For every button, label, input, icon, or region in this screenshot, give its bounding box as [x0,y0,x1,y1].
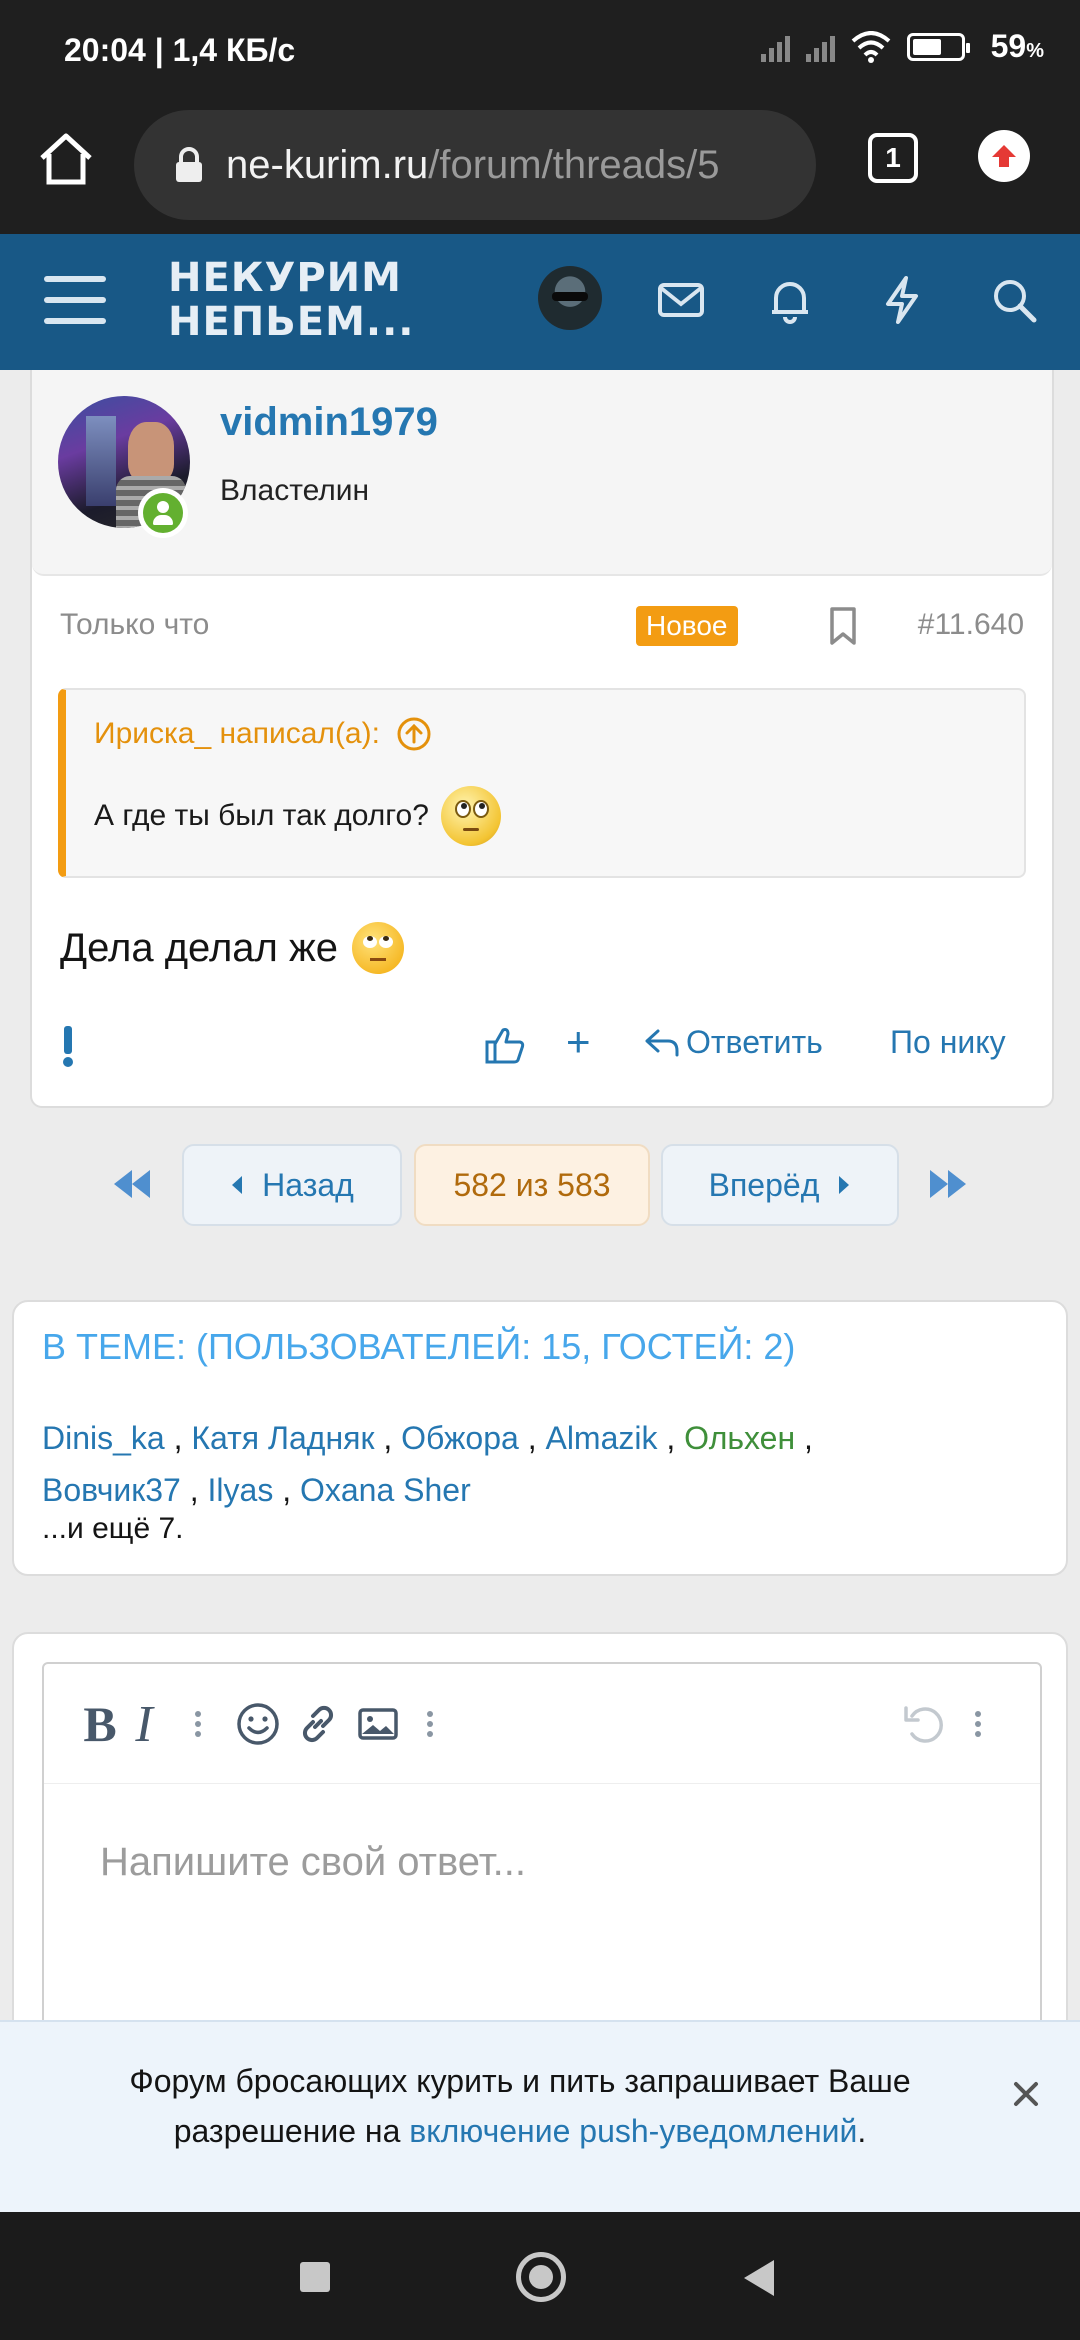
viewers-more: ...и ещё 7. [42,1512,184,1545]
back-icon[interactable] [744,2260,774,2296]
reply-form: B I Напишите свой ответ... [12,1632,1068,2062]
undo-icon[interactable] [894,1694,954,1754]
quote-text: А где ты был так долго? [94,786,501,846]
emoji-icon[interactable] [228,1694,288,1754]
editor-toolbar: B I [44,1664,1040,1784]
last-page-icon[interactable] [926,1166,970,1202]
lightning-icon[interactable] [876,274,928,326]
post-number[interactable]: #11.640 [918,608,1024,642]
upload-extension-icon[interactable] [978,130,1030,182]
url-text: ne-kurim.ru/forum/threads/5 [226,142,720,187]
viewer-link[interactable]: Almazik [545,1420,657,1456]
face-rolling-eyes-icon [352,922,405,974]
viewer-link[interactable]: Dinis_ka [42,1420,165,1456]
quote-author: Ириска_ написал(а): [94,717,380,750]
post-card: vidmin1979 Властелин Только что Новое #1… [30,370,1054,1108]
system-navigation-bar [0,2212,1080,2340]
online-status-icon [138,488,188,538]
signal-icon [760,32,790,62]
post-username[interactable]: vidmin1979 [220,400,438,445]
push-banner-text: Форум бросающих курить и пить запрашивае… [129,2063,911,2149]
page-indicator[interactable]: 582 из 583 [414,1144,650,1226]
post-message: Дела делал же [60,922,405,974]
eyes-rolling-smiley-icon [440,786,501,846]
reply-icon [645,1029,679,1056]
new-badge: Новое [636,606,738,646]
image-icon[interactable] [348,1694,408,1754]
italic-button[interactable]: I [114,1694,174,1754]
post-actions: + Ответить По нику [32,1010,1052,1090]
menu-icon[interactable] [44,276,106,328]
site-logo[interactable]: НЕКУРИМ НЕПЬЕМ... [168,256,414,344]
report-icon[interactable] [56,1022,80,1070]
thread-viewers-list: Dinis_ka , Катя Ладняк , Обжора , Almazi… [42,1420,813,1508]
signal-icon [805,32,835,62]
status-icons: 59% [760,28,1044,65]
push-permission-banner: Форум бросающих курить и пить запрашивае… [0,2020,1080,2212]
add-reaction-button[interactable]: + [566,1018,591,1066]
bookmark-icon[interactable] [828,606,858,646]
viewer-link[interactable]: Вовчик37 [42,1472,181,1508]
home-icon[interactable] [36,130,96,190]
avatar[interactable] [538,266,602,330]
by-nick-button[interactable]: По нику [890,1024,1006,1061]
url-bar[interactable]: ne-kurim.ru/forum/threads/5 [134,110,816,220]
quote-header[interactable]: Ириска_ написал(а): [94,716,432,752]
user-title: Властелин [220,474,370,507]
viewer-link[interactable]: Обжора [401,1420,519,1456]
arrow-up-circle-icon[interactable] [396,716,432,752]
battery-level: 59% [990,28,1044,64]
status-time: 20:04 | 1,4 КБ/с [64,32,296,68]
caret-right-icon [839,1176,850,1194]
viewer-link[interactable]: Oxana Sher [300,1472,471,1508]
status-bar: 20:04 | 1,4 КБ/с 59% [0,0,1080,100]
enable-push-link[interactable]: включение push-уведомлений [409,2113,857,2149]
reply-placeholder: Напишите свой ответ... [100,1840,526,1884]
link-icon[interactable] [288,1694,348,1754]
viewer-link[interactable]: Ольхен [684,1420,795,1456]
more-text-options-icon[interactable] [188,1694,208,1754]
more-insert-options-icon[interactable] [420,1694,440,1754]
like-icon[interactable] [484,1026,526,1066]
tabs-button[interactable]: 1 [868,133,918,183]
post-time[interactable]: Только что [60,608,209,642]
battery-icon [906,32,970,61]
thread-viewers-title: В ТЕМЕ: (ПОЛЬЗОВАТЕЛЕЙ: 15, ГОСТЕЙ: 2) [42,1326,796,1367]
reply-editor[interactable]: B I Напишите свой ответ... [42,1662,1042,2062]
quote-block: Ириска_ написал(а): А где ты был так дол… [58,688,1026,878]
network-speed: 1,4 КБ/с [172,32,296,68]
mail-icon[interactable] [655,274,707,326]
viewer-link[interactable]: Ilyas [208,1472,274,1508]
clock: 20:04 [64,32,146,68]
prev-page-button[interactable]: Назад [182,1144,402,1226]
home-circle-icon[interactable] [516,2252,566,2302]
thread-viewers-block: В ТЕМЕ: (ПОЛЬЗОВАТЕЛЕЙ: 15, ГОСТЕЙ: 2) D… [12,1300,1068,1576]
pagination: Назад 582 из 583 Вперёд [0,1144,1080,1226]
more-options-icon[interactable] [968,1694,988,1754]
caret-left-icon [232,1176,243,1194]
close-icon[interactable] [1006,2074,1046,2114]
site-header: НЕКУРИМ НЕПЬЕМ... [0,234,1080,370]
first-page-icon[interactable] [110,1166,154,1202]
bell-icon[interactable] [764,274,816,326]
lock-icon [176,147,202,182]
reply-button[interactable]: Ответить [644,1024,823,1061]
search-icon[interactable] [988,274,1040,326]
wifi-icon [851,30,890,63]
post-user-block: vidmin1979 Властелин [32,370,1052,576]
browser-toolbar: ne-kurim.ru/forum/threads/5 1 [0,100,1080,234]
next-page-button[interactable]: Вперёд [661,1144,899,1226]
recent-apps-icon[interactable] [300,2262,330,2292]
viewer-link[interactable]: Катя Ладняк [191,1420,374,1456]
